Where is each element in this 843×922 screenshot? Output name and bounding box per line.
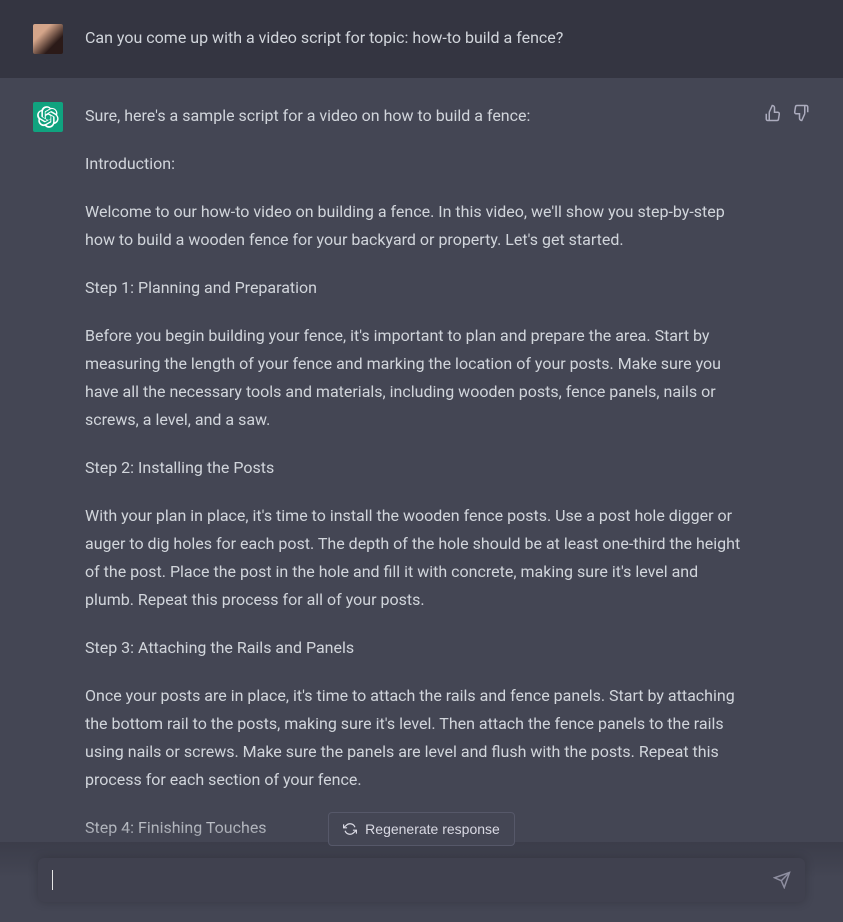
send-icon (773, 871, 791, 889)
assistant-section-heading: Step 1: Planning and Preparation (85, 274, 742, 302)
assistant-paragraph: Welcome to our how-to video on building … (85, 198, 742, 254)
message-input-container[interactable] (38, 858, 805, 902)
send-button[interactable] (773, 871, 791, 889)
regenerate-button[interactable]: Regenerate response (328, 812, 515, 846)
assistant-paragraph: Once your posts are in place, it's time … (85, 682, 742, 794)
thumbs-down-icon (792, 104, 810, 122)
message-input[interactable] (53, 871, 773, 889)
refresh-icon (343, 822, 357, 836)
assistant-message-text: Sure, here's a sample script for a video… (85, 102, 742, 842)
assistant-section-heading: Step 3: Attaching the Rails and Panels (85, 634, 742, 662)
thumbs-down-button[interactable] (792, 104, 810, 126)
user-avatar (33, 24, 63, 54)
regenerate-label: Regenerate response (365, 821, 500, 837)
assistant-paragraph: Before you begin building your fence, it… (85, 322, 742, 434)
thumbs-up-icon (764, 104, 782, 122)
chat-container: Can you come up with a video script for … (0, 0, 843, 922)
assistant-section-heading: Introduction: (85, 150, 742, 178)
bottom-area: Regenerate response (0, 812, 843, 922)
assistant-section-heading: Step 2: Installing the Posts (85, 454, 742, 482)
assistant-message-row: Sure, here's a sample script for a video… (0, 78, 843, 842)
user-message-text: Can you come up with a video script for … (85, 24, 745, 54)
regenerate-row: Regenerate response (38, 812, 805, 846)
user-message-row: Can you come up with a video script for … (0, 0, 843, 78)
feedback-controls (764, 102, 810, 842)
assistant-avatar (33, 102, 63, 132)
assistant-intro: Sure, here's a sample script for a video… (85, 102, 742, 130)
assistant-paragraph: With your plan in place, it's time to in… (85, 502, 742, 614)
messages-list: Can you come up with a video script for … (0, 0, 843, 922)
thumbs-up-button[interactable] (764, 104, 782, 126)
openai-logo-icon (37, 106, 59, 128)
